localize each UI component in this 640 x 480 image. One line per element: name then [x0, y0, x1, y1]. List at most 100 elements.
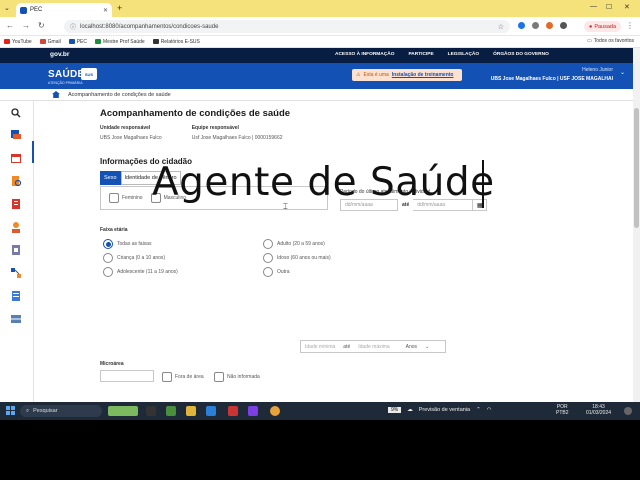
warning-icon: ⚠	[356, 72, 361, 78]
page-scrollbar[interactable]	[633, 48, 640, 404]
bookmark-star-icon[interactable]: ☆	[498, 23, 504, 31]
browser-menu-icon[interactable]: ⋮	[626, 21, 634, 30]
radio-crianca[interactable]: Criança (0 a 10 anos)	[103, 253, 165, 263]
new-tab-icon[interactable]: +	[117, 3, 122, 13]
back-icon[interactable]: ←	[6, 21, 14, 30]
widget-icon[interactable]	[108, 406, 138, 416]
extension-icon[interactable]	[532, 22, 539, 29]
url-field[interactable]: ⓘ localhost:8080/acompanhamentos/condico…	[64, 20, 510, 33]
radio-dot[interactable]	[263, 239, 273, 249]
search-icon[interactable]	[9, 106, 23, 120]
saude-logo[interactable]: SAÚDE	[48, 69, 85, 80]
app-icon[interactable]	[228, 406, 238, 416]
radio-dot[interactable]	[263, 253, 273, 263]
document-search-icon[interactable]	[9, 174, 23, 188]
user-menu[interactable]: Heleno Junior UBS Jose Magalhaes Fulco |…	[491, 67, 613, 82]
radio-outra[interactable]: Outra	[263, 267, 290, 277]
extension-icon[interactable]	[518, 22, 525, 29]
radio-dot[interactable]	[103, 239, 113, 249]
close-tab-icon[interactable]: ✕	[103, 7, 108, 14]
wifi-icon[interactable]: ◠	[487, 407, 492, 413]
browser-tab-pec[interactable]: PEC ✕	[16, 3, 112, 17]
close-window-icon[interactable]: ✕	[624, 3, 630, 11]
gov-link[interactable]: LEGISLAÇÃO	[448, 52, 479, 57]
microarea-label: Microárea	[100, 361, 124, 367]
gov-link[interactable]: ACESSO À INFORMAÇÃO	[335, 52, 394, 57]
bookmark-pec[interactable]: PEC	[68, 39, 87, 45]
env-link[interactable]: Instalação de treinamento	[392, 72, 454, 78]
taskbar-search[interactable]: ⌕ Pesquisar	[20, 405, 102, 417]
checkbox[interactable]	[214, 372, 224, 382]
folder-icon: ▭	[586, 38, 592, 44]
site-info-icon[interactable]: ⓘ	[70, 22, 76, 31]
report-icon[interactable]	[9, 197, 23, 211]
checkbox-fora-area[interactable]: Fora de área	[162, 372, 204, 382]
tab-sexo[interactable]: Sexo	[100, 171, 121, 185]
app-icon[interactable]	[166, 406, 176, 416]
clipboard-icon[interactable]	[9, 243, 23, 257]
radio-dot[interactable]	[103, 267, 113, 277]
network-icon[interactable]	[9, 266, 23, 280]
extensions-puzzle-icon[interactable]	[560, 22, 567, 29]
age-min-input[interactable]: Idade mínima	[305, 344, 335, 350]
maximize-icon[interactable]: ☐	[606, 3, 612, 11]
mouse-cursor-icon: ⌶	[283, 202, 288, 211]
radio-adulto[interactable]: Adulto (20 a 59 anos)	[263, 239, 325, 249]
age-max-input[interactable]: Idade máxima	[358, 344, 389, 350]
radio-todas-faixas[interactable]: Todas as faixas	[103, 239, 151, 249]
minimize-icon[interactable]: —	[590, 3, 597, 10]
weather-text[interactable]: Previsão de ventania	[419, 407, 470, 413]
reload-icon[interactable]: ↻	[38, 21, 45, 30]
chevron-down-icon[interactable]: ⌄	[620, 69, 625, 76]
checkbox[interactable]	[162, 372, 172, 382]
table-icon[interactable]	[9, 312, 23, 326]
chevron-up-icon[interactable]: ⌃	[476, 407, 481, 413]
notification-icon[interactable]	[624, 407, 632, 415]
radio-idoso[interactable]: Idoso (60 anos ou mais)	[263, 253, 331, 263]
scrollbar-thumb[interactable]	[634, 108, 639, 228]
profile-paused-button[interactable]: ● Pausada	[584, 21, 622, 32]
chrome-icon[interactable]	[270, 406, 280, 416]
gov-link[interactable]: ÓRGÃOS DO GOVERNO	[493, 52, 549, 57]
battery-indicator[interactable]: 9%	[388, 407, 402, 413]
taskbar-search-label: Pesquisar	[33, 408, 58, 414]
bookmark-youtube[interactable]: YouTube	[4, 39, 32, 45]
gov-link[interactable]: PARTICIPE	[408, 52, 433, 57]
all-bookmarks[interactable]: ▭ Todos os favoritos	[587, 38, 634, 44]
bookmark-gmail[interactable]: Gmail	[39, 39, 61, 45]
govbr-logo[interactable]: gov.br	[50, 51, 69, 58]
checkbox-feminino[interactable]: Feminino	[109, 193, 143, 203]
age-range-input[interactable]: Idade mínima até Idade máxima Anos ⌄	[300, 340, 446, 353]
edge-icon[interactable]	[206, 406, 216, 416]
calendar-icon[interactable]	[9, 151, 23, 165]
app-icon[interactable]	[248, 406, 258, 416]
task-view-icon[interactable]	[146, 406, 156, 416]
main-content: Acompanhamento de condições de saúde Uni…	[100, 108, 520, 277]
form-icon[interactable]	[9, 289, 23, 303]
checkbox-nao-informada[interactable]: Não informada	[214, 372, 260, 382]
chevron-down-icon[interactable]: ⌄	[425, 344, 429, 350]
clock[interactable]: 18:43 01/03/2024	[586, 404, 611, 416]
extension-icon[interactable]	[546, 22, 553, 29]
people-list-icon[interactable]	[9, 127, 23, 141]
forward-icon[interactable]: →	[22, 21, 30, 30]
radio-adolescente[interactable]: Adolescente (11 a 19 anos)	[103, 267, 178, 277]
pec-favicon-icon	[20, 6, 27, 14]
radio-label: Outra	[277, 269, 290, 275]
bookmark-relatorios[interactable]: Relatórios E-SUS	[152, 39, 200, 45]
windows-start-icon[interactable]	[6, 406, 15, 415]
app-header: SAÚDE SUS ATENÇÃO PRIMÁRIA ⚠ Esta é uma …	[0, 63, 633, 89]
radio-dot[interactable]	[103, 253, 113, 263]
checkbox[interactable]	[109, 193, 119, 203]
mestre-icon	[95, 39, 101, 44]
tab-search-icon[interactable]: ⌄	[4, 4, 10, 12]
language-indicator[interactable]: POR PTB2	[556, 404, 569, 416]
team-field: Equipe responsável Usf Jose Magalhaes Fu…	[192, 125, 283, 141]
age-unit-select[interactable]: Anos	[406, 344, 417, 350]
file-explorer-icon[interactable]	[186, 406, 196, 416]
microarea-input[interactable]	[100, 370, 154, 382]
bookmark-mestre[interactable]: Mestre Prof Saúde	[95, 39, 145, 45]
radio-dot[interactable]	[263, 267, 273, 277]
home-icon[interactable]	[52, 91, 60, 98]
user-icon[interactable]	[9, 220, 23, 234]
